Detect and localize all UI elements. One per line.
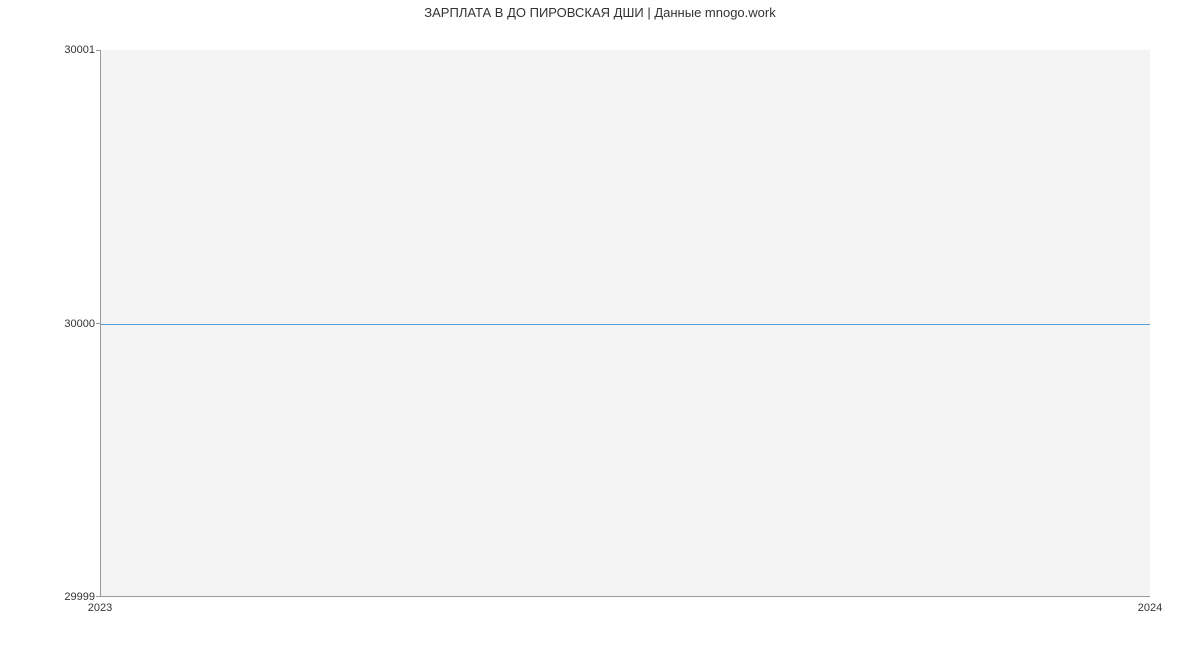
plot-area (100, 50, 1150, 597)
x-tick-label-right: 2024 (1138, 602, 1162, 614)
y-tick-mark (96, 323, 100, 324)
y-tick-mark (96, 596, 100, 597)
data-line (101, 324, 1150, 325)
chart-title: ЗАРПЛАТА В ДО ПИРОВСКАЯ ДШИ | Данные mno… (0, 5, 1200, 20)
y-tick-label-top: 30001 (35, 44, 95, 56)
x-tick-label-left: 2023 (88, 602, 112, 614)
y-tick-mark (96, 50, 100, 51)
y-tick-label-mid: 30000 (35, 318, 95, 330)
y-tick-label-bottom: 29999 (35, 591, 95, 603)
